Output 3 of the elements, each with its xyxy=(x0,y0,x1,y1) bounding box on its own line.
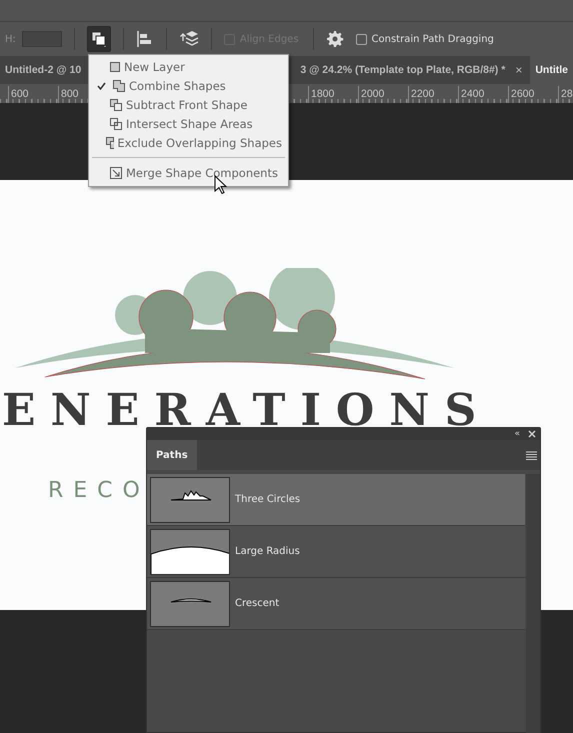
tab-label: 3 @ 24.2% (Template top Plate, RGB/8#) * xyxy=(300,64,506,76)
logo-title: ENERATIONS xyxy=(2,394,492,428)
logo-subtitle: RECO xyxy=(48,479,150,503)
